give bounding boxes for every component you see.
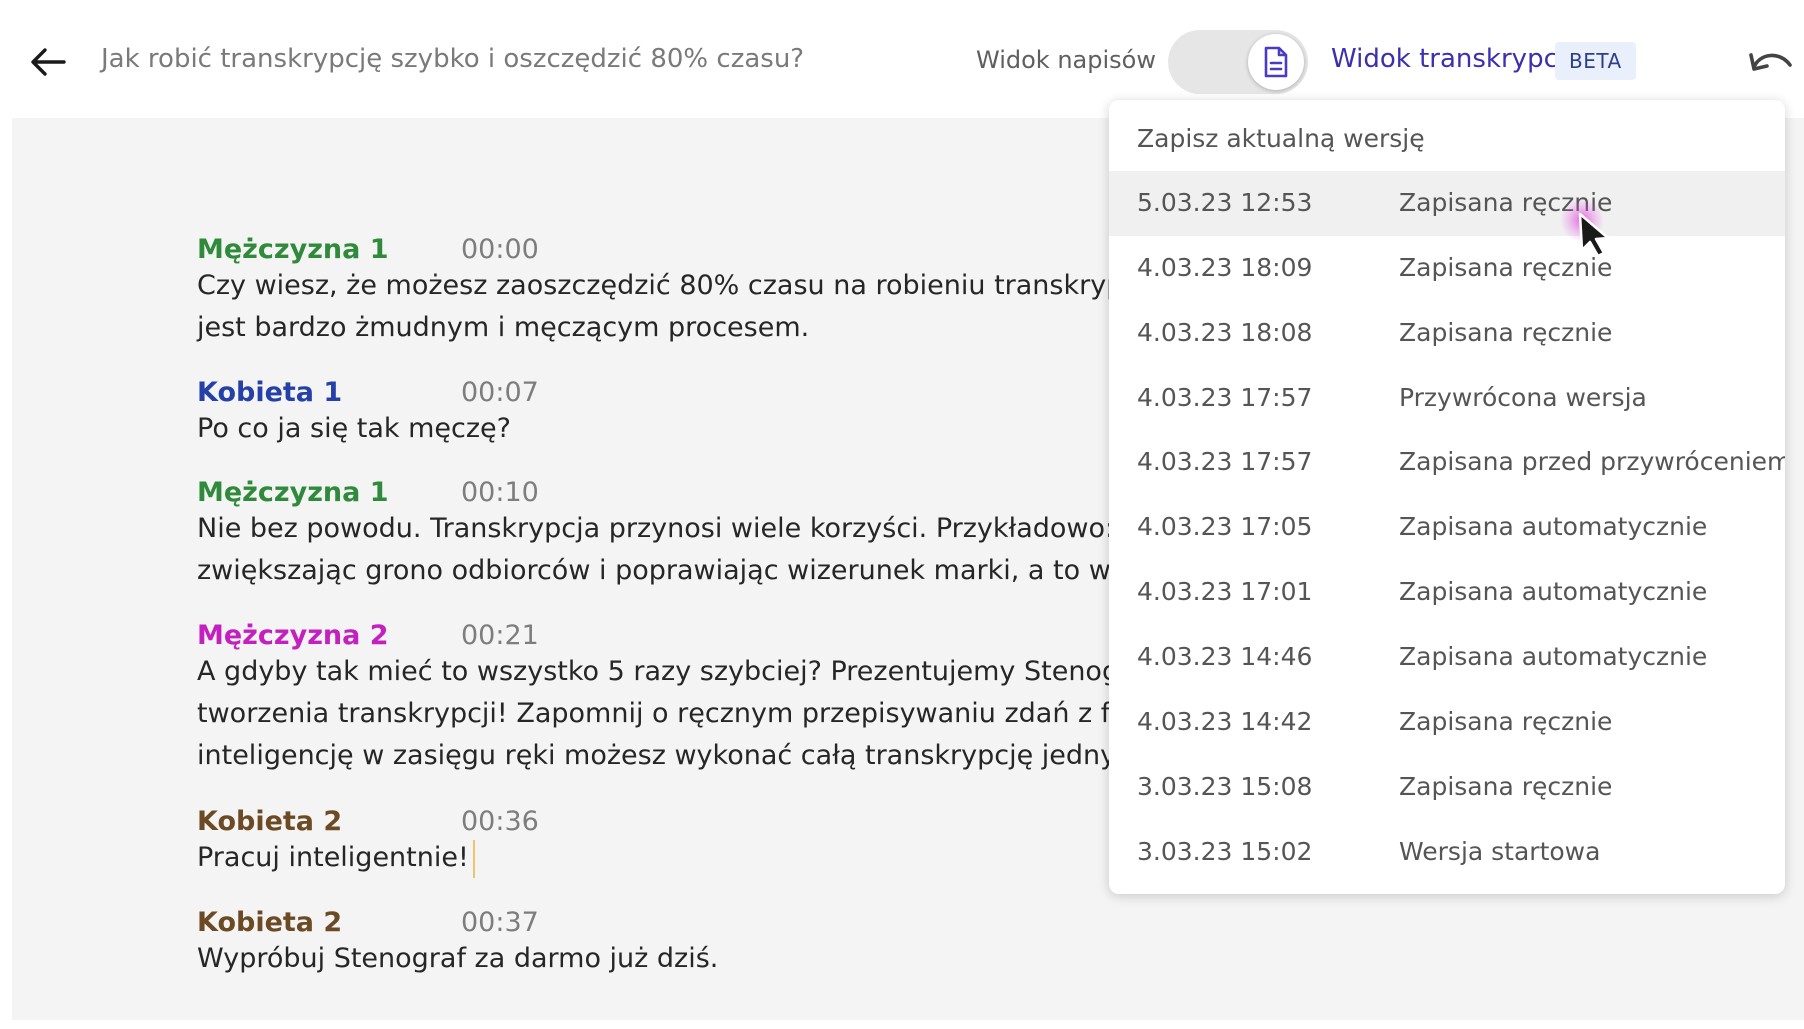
version-history-dropdown: Zapisz aktualną wersję 5.03.23 12:53 Zap… <box>1109 100 1785 894</box>
version-item[interactable]: 4.03.23 14:42 Zapisana ręcznie <box>1109 690 1785 755</box>
version-item[interactable]: 4.03.23 17:57 Zapisana przed przywróceni… <box>1109 430 1785 495</box>
speaker-name[interactable]: Mężczyzna 1 <box>197 477 461 508</box>
version-date: 3.03.23 15:02 <box>1137 837 1313 866</box>
speaker-name[interactable]: Kobieta 2 <box>197 806 461 837</box>
transcript-line[interactable]: jest bardzo żmudnym i męczącym procesem. <box>197 307 1210 349</box>
version-date: 5.03.23 12:53 <box>1137 188 1313 217</box>
app-page: Jak robić transkrypcję szybko i oszczędz… <box>0 0 1804 1029</box>
arrow-left-icon <box>31 48 66 76</box>
speaker-name[interactable]: Mężczyzna 2 <box>197 620 461 651</box>
transcript-entry[interactable]: Kobieta 2 00:37 Wypróbuj Stenograf za dar… <box>197 907 718 980</box>
beta-badge: BETA <box>1555 42 1636 80</box>
view-toggle[interactable] <box>1168 30 1308 94</box>
back-button[interactable] <box>26 40 70 84</box>
version-type: Zapisana automatycznie <box>1399 577 1708 606</box>
transcript-line[interactable]: Pracuj inteligentnie! <box>197 837 539 879</box>
document-icon <box>1264 46 1288 78</box>
toggle-knob[interactable] <box>1248 34 1304 90</box>
transcript-line[interactable]: Nie bez powodu. Transkrypcja przynosi wi… <box>197 508 1195 550</box>
version-type: Wersja startowa <box>1399 837 1601 866</box>
speaker-name[interactable]: Kobieta 1 <box>197 377 461 408</box>
version-type: Zapisana automatycznie <box>1399 642 1708 671</box>
transcript-line[interactable]: A gdyby tak mieć to wszystko 5 razy szyb… <box>197 651 1214 693</box>
transcript-line[interactable]: Po co ja się tak męczę? <box>197 408 539 450</box>
version-item[interactable]: 5.03.23 12:53 Zapisana ręcznie <box>1109 171 1785 236</box>
transcript-line[interactable]: zwiększając grono odbiorców i poprawiają… <box>197 550 1195 592</box>
transcript-line[interactable]: Czy wiesz, że możesz zaoszczędzić 80% cz… <box>197 265 1210 307</box>
version-item[interactable]: 4.03.23 18:08 Zapisana ręcznie <box>1109 301 1785 366</box>
transcription-view-label[interactable]: Widok transkrypcji <box>1331 44 1572 74</box>
version-date: 4.03.23 18:08 <box>1137 318 1313 347</box>
version-date: 4.03.23 14:42 <box>1137 707 1313 736</box>
save-current-version-button[interactable]: Zapisz aktualną wersję <box>1137 124 1425 153</box>
version-item[interactable]: 4.03.23 17:57 Przywrócona wersja <box>1109 366 1785 431</box>
undo-button[interactable] <box>1746 40 1796 84</box>
version-item[interactable]: 4.03.23 18:09 Zapisana ręcznie <box>1109 236 1785 301</box>
timestamp[interactable]: 00:00 <box>461 234 539 265</box>
version-date: 4.03.23 18:09 <box>1137 253 1313 282</box>
version-item[interactable]: 3.03.23 15:02 Wersja startowa <box>1109 820 1785 885</box>
version-date: 4.03.23 17:01 <box>1137 577 1313 606</box>
version-type: Przywrócona wersja <box>1399 383 1647 412</box>
version-item[interactable]: 3.03.23 15:08 Zapisana ręcznie <box>1109 755 1785 820</box>
version-type: Zapisana ręcznie <box>1399 253 1613 282</box>
version-type: Zapisana automatycznie <box>1399 512 1708 541</box>
timestamp[interactable]: 00:10 <box>461 477 539 508</box>
version-item[interactable]: 4.03.23 17:01 Zapisana automatycznie <box>1109 560 1785 625</box>
transcript-line[interactable]: tworzenia transkrypcji! Zapomnij o ręczn… <box>197 693 1214 735</box>
transcript-line-text[interactable]: Pracuj inteligentnie! <box>197 842 469 873</box>
version-type: Zapisana ręcznie <box>1399 772 1613 801</box>
version-item[interactable]: 4.03.23 14:46 Zapisana automatycznie <box>1109 625 1785 690</box>
subtitles-view-label[interactable]: Widok napisów <box>976 46 1156 74</box>
version-date: 4.03.23 17:57 <box>1137 383 1313 412</box>
version-type: Zapisana ręcznie <box>1399 188 1613 217</box>
transcript-entry[interactable]: Kobieta 2 00:36 Pracuj inteligentnie! <box>197 806 539 879</box>
version-type: Zapisana przed przywróceniem <box>1399 447 1785 476</box>
version-type: Zapisana ręcznie <box>1399 318 1613 347</box>
timestamp[interactable]: 00:37 <box>461 907 539 938</box>
transcript-entry[interactable]: Mężczyzna 2 00:21 A gdyby tak mieć to wsz… <box>197 620 1214 777</box>
version-item[interactable]: 4.03.23 17:05 Zapisana automatycznie <box>1109 495 1785 560</box>
undo-icon <box>1749 53 1792 71</box>
speaker-name[interactable]: Kobieta 2 <box>197 907 461 938</box>
timestamp[interactable]: 00:07 <box>461 377 539 408</box>
transcript-entry[interactable]: Mężczyzna 1 00:00 Czy wiesz, że możesz za… <box>197 234 1210 349</box>
transcript-entry[interactable]: Kobieta 1 00:07 Po co ja się tak męczę? <box>197 377 539 450</box>
transcript-line[interactable]: inteligencję w zasięgu ręki możesz wykon… <box>197 735 1214 777</box>
document-title[interactable]: Jak robić transkrypcję szybko i oszczędz… <box>101 44 804 74</box>
text-caret <box>472 839 475 878</box>
version-date: 4.03.23 17:57 <box>1137 447 1313 476</box>
version-date: 4.03.23 14:46 <box>1137 642 1313 671</box>
version-date: 4.03.23 17:05 <box>1137 512 1313 541</box>
timestamp[interactable]: 00:36 <box>461 806 539 837</box>
version-date: 3.03.23 15:08 <box>1137 772 1313 801</box>
version-type: Zapisana ręcznie <box>1399 707 1613 736</box>
speaker-name[interactable]: Mężczyzna 1 <box>197 234 461 265</box>
transcript-entry[interactable]: Mężczyzna 1 00:10 Nie bez powodu. Transkr… <box>197 477 1195 592</box>
transcript-line[interactable]: Wypróbuj Stenograf za darmo już dziś. <box>197 938 718 980</box>
timestamp[interactable]: 00:21 <box>461 620 539 651</box>
